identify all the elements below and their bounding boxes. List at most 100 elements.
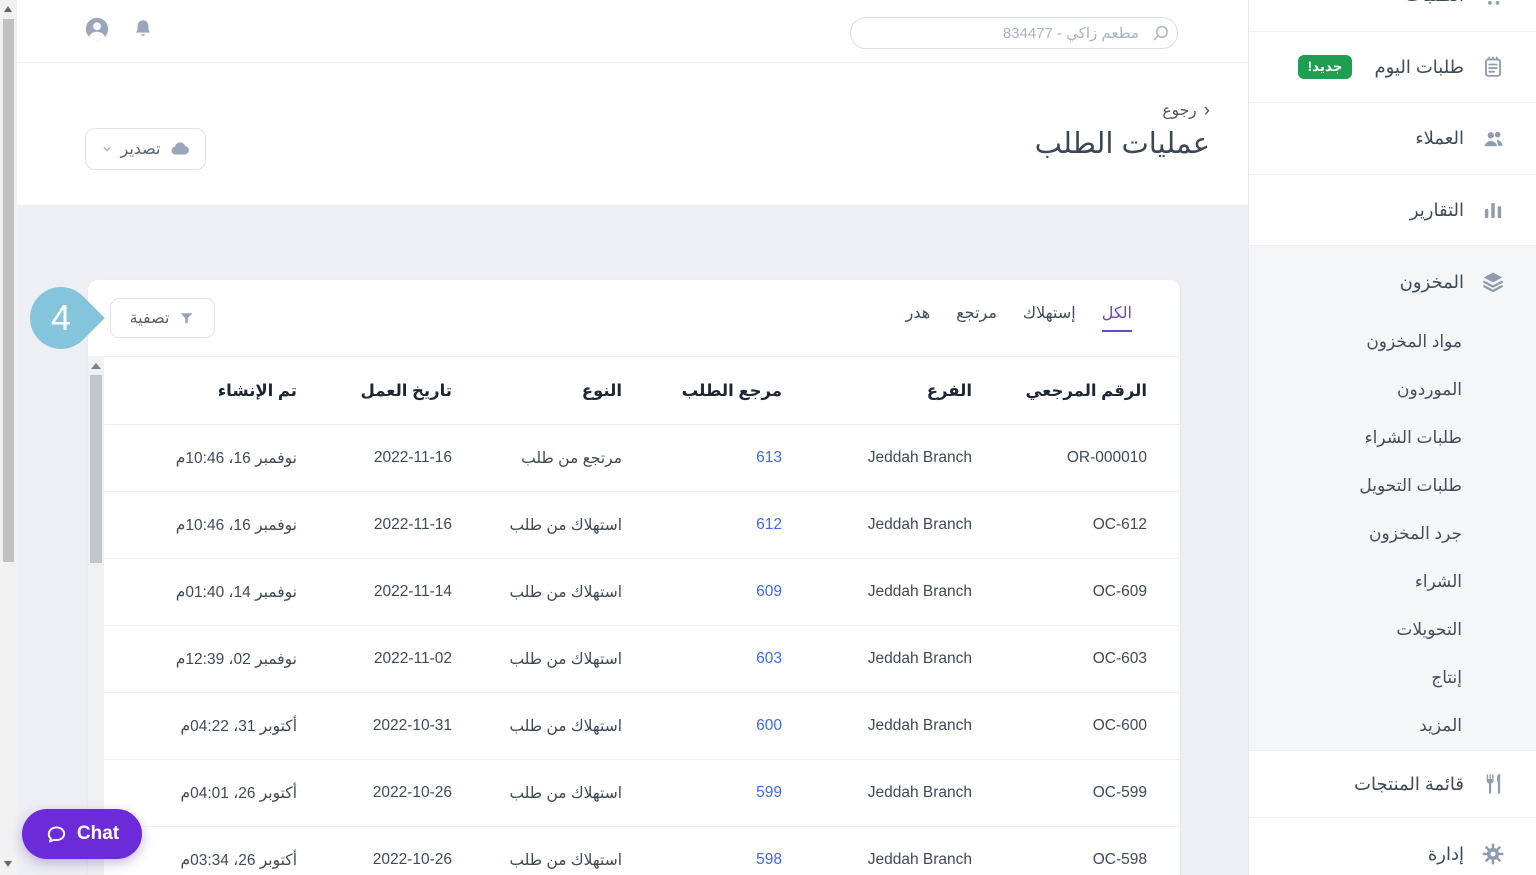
reference-cell: OC-609 [1092,583,1147,600]
sidebar-subitem-more[interactable]: المزيد [1249,702,1536,750]
scroll-up-icon[interactable] [4,6,12,12]
table-scroll-up-icon[interactable] [91,363,101,369]
back-label: رجوع [1162,102,1197,119]
table-scrollbar-thumb[interactable] [90,375,102,563]
reference-cell: OC-612 [1092,516,1147,533]
user-avatar-icon[interactable] [84,16,110,42]
sidebar-subitem-purchase-orders[interactable]: طلبات الشراء [1249,414,1536,462]
order-ref-link[interactable]: 609 [630,583,790,601]
branch-cell: Jeddah Branch [867,449,972,466]
branch-cell: Jeddah Branch [867,650,972,667]
col-type: النوع [581,381,622,400]
table-row[interactable]: OC-612 Jeddah Branch 612 استهلاك من طلب … [88,492,1180,559]
sidebar-item-label: قائمة المنتجات [1354,773,1464,794]
branch-cell: Jeddah Branch [867,516,972,533]
created-cell: أكتوبر 26، 04:01م [180,784,297,802]
new-badge: جديد! [1297,55,1353,79]
cart-icon [1480,0,1506,9]
table-region: الرقم المرجعي الفرع مرجع الطلب النوع تار… [88,356,1180,875]
sidebar-subitem-suppliers[interactable]: الموردون [1249,366,1536,414]
col-reference: الرقم المرجعي [1025,381,1147,400]
main-content: ‹ رجوع عمليات الطلب تصدير [0,0,1248,875]
table-row[interactable]: OC-609 Jeddah Branch 609 استهلاك من طلب … [88,559,1180,626]
order-ref-link[interactable]: 600 [630,717,790,735]
utensils-icon [1480,771,1506,797]
business-date-cell: 2022-11-14 [373,583,452,600]
clipboard-icon [1480,54,1506,80]
type-cell: استهلاك من طلب [509,851,622,869]
reference-cell: OC-603 [1092,650,1147,667]
sidebar-subitem-inventory-count[interactable]: جرد المخزون [1249,510,1536,558]
sidebar-subitem-transfers[interactable]: التحويلات [1249,606,1536,654]
sidebar-item-label: الطلبات [1405,0,1464,6]
chat-button[interactable]: Chat [22,809,142,859]
order-ref-link[interactable]: 598 [630,851,790,869]
page-scrollbar[interactable] [0,0,17,875]
sidebar-subitem-purchasing[interactable]: الشراء [1249,558,1536,606]
page-scrollbar-thumb[interactable] [3,19,14,562]
type-cell: استهلاك من طلب [509,650,622,668]
table-row[interactable]: OC-598 Jeddah Branch 598 استهلاك من طلب … [88,827,1180,875]
filter-label: تصفية [129,310,170,327]
sidebar-subitem-transfer-orders[interactable]: طلبات التحويل [1249,462,1536,510]
sidebar-item-inventory[interactable]: المخزون [1249,246,1536,318]
inventory-layers-icon [1480,269,1506,295]
reference-cell: OR-000010 [1066,449,1147,466]
sidebar-item-today-orders[interactable]: طلبات اليوم جديد! [1249,32,1536,103]
created-cell: نوفمبر 02، 12:39م [175,650,297,668]
bell-icon[interactable] [131,17,155,41]
table-header-row: الرقم المرجعي الفرع مرجع الطلب النوع تار… [88,357,1180,425]
order-ref-link[interactable]: 613 [630,449,790,467]
sidebar: الطلبات طلبات اليوم جديد! العملاء [1248,0,1536,875]
table-scrollbar[interactable] [88,357,104,875]
search-input[interactable] [850,17,1178,49]
order-ref-link[interactable]: 603 [630,650,790,668]
sidebar-item-customers[interactable]: العملاء [1249,103,1536,175]
gear-icon [1480,841,1506,867]
export-button[interactable]: تصدير [85,128,206,170]
export-label: تصدير [120,141,161,158]
created-cell: نوفمبر 16، 10:46م [175,449,297,467]
business-date-cell: 2022-11-16 [373,449,452,466]
tab-all[interactable]: الكل [1101,303,1133,332]
branch-cell: Jeddah Branch [867,717,972,734]
type-cell: استهلاك من طلب [509,516,622,534]
sidebar-subitem-inventory-items[interactable]: مواد المخزون [1249,318,1536,366]
order-ref-link[interactable]: 612 [630,516,790,534]
scroll-down-icon[interactable] [4,861,12,867]
sidebar-item-label: العملاء [1415,128,1464,148]
annotation-step-number: 4 [50,297,72,338]
table-row[interactable]: OC-603 Jeddah Branch 603 استهلاك من طلب … [88,626,1180,693]
back-link[interactable]: ‹ رجوع [1162,101,1210,120]
sidebar-item-products[interactable]: قائمة المنتجات [1249,751,1536,818]
sidebar-item-reports[interactable]: التقارير [1249,175,1536,246]
reference-cell: OC-599 [1092,784,1147,801]
branch-cell: Jeddah Branch [867,784,972,801]
sidebar-item-orders[interactable]: الطلبات [1249,0,1536,32]
reference-cell: OC-600 [1092,717,1147,734]
table-row[interactable]: OC-600 Jeddah Branch 600 استهلاك من طلب … [88,693,1180,760]
table-row[interactable]: OR-000010 Jeddah Branch 613 مرتجع من طلب… [88,425,1180,492]
business-date-cell: 2022-11-02 [373,650,452,667]
top-bar [0,0,1248,63]
customers-icon [1480,126,1506,152]
filter-button[interactable]: تصفية [110,298,215,338]
tab-consumption[interactable]: إستهلاك [1023,303,1076,332]
type-cell: مرتجع من طلب [521,449,622,467]
created-cell: نوفمبر 14، 01:40م [175,583,297,601]
tab-returned[interactable]: مرتجع [956,303,997,332]
sidebar-item-label: التقارير [1409,199,1464,220]
sidebar-item-admin[interactable]: إدارة [1249,818,1536,875]
sidebar-item-label: المخزون [1399,271,1464,292]
table-row[interactable]: OC-599 Jeddah Branch 599 استهلاك من طلب … [88,760,1180,827]
col-created: تم الإنشاء [217,381,297,400]
page-header: ‹ رجوع عمليات الطلب تصدير [0,63,1248,205]
tab-waste[interactable]: هدر [906,303,931,332]
order-ref-link[interactable]: 599 [630,784,790,802]
col-branch: الفرع [926,381,972,400]
sidebar-subitem-production[interactable]: إنتاج [1249,654,1536,702]
chevron-back-icon: ‹ [1203,100,1210,121]
page-title: عمليات الطلب [1034,128,1210,160]
business-date-cell: 2022-10-31 [372,717,452,734]
type-tabs: الكل إستهلاك مرتجع هدر [906,303,1133,332]
